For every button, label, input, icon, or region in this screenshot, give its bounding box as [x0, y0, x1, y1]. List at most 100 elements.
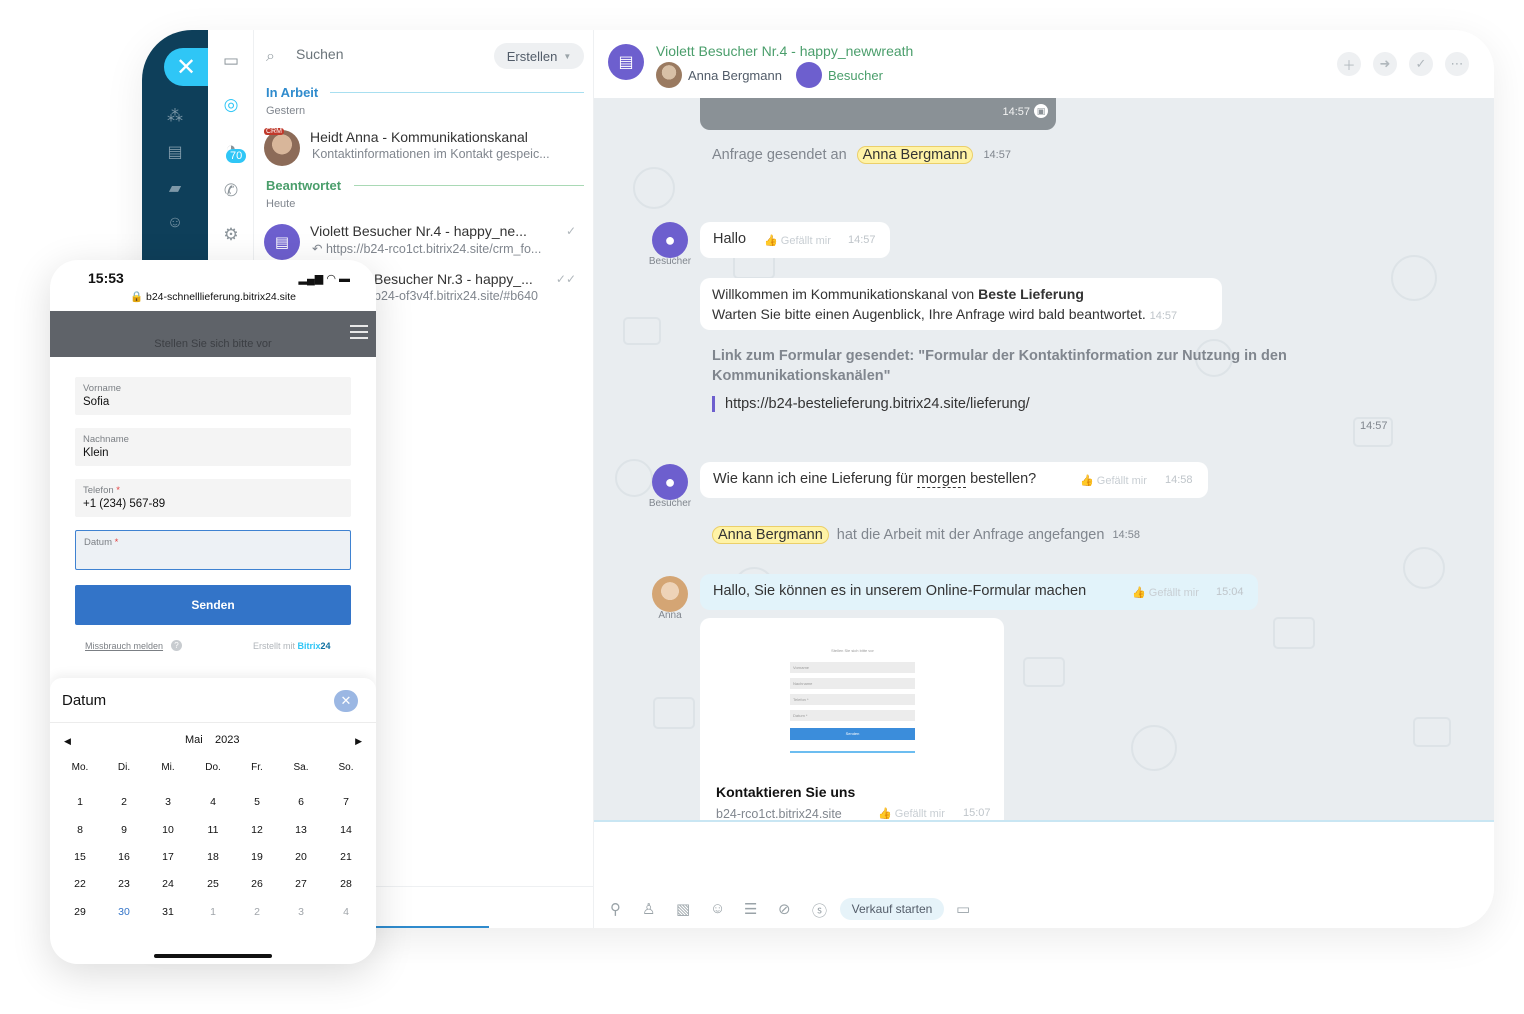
- calendar-day[interactable]: 8: [60, 824, 100, 836]
- more-icon[interactable]: ⋯: [1445, 52, 1469, 76]
- calendar-day[interactable]: 29: [60, 906, 100, 918]
- add-user-icon[interactable]: ＋: [1337, 52, 1361, 76]
- list-item[interactable]: ▤ Violett Besucher Nr.4 - happy_ne... ↶ …: [264, 220, 584, 262]
- user-mention[interactable]: Anna Bergmann: [856, 146, 974, 164]
- calendar-day[interactable]: 1: [60, 796, 100, 808]
- quick-answer-icon[interactable]: ▧: [676, 900, 690, 918]
- first-name-field[interactable]: Vorname Sofia: [75, 377, 351, 415]
- calendar-day[interactable]: 2: [104, 796, 144, 808]
- calendar-day[interactable]: 25: [193, 878, 233, 890]
- status-time: 15:53: [88, 270, 124, 286]
- forward-icon[interactable]: ➜: [1373, 52, 1397, 76]
- submit-button[interactable]: Senden: [75, 585, 351, 625]
- visitor-avatar-icon[interactable]: ●: [652, 464, 688, 500]
- chat-bubbles-icon[interactable]: ▰: [164, 178, 186, 197]
- date-field[interactable]: Datum *: [75, 530, 351, 570]
- crm-tag: CRM: [264, 128, 284, 135]
- calendar-weekday: So.: [338, 762, 354, 773]
- visitor-user[interactable]: Besucher: [796, 62, 883, 88]
- phone-icon[interactable]: ✆: [220, 180, 242, 202]
- calendar-day[interactable]: 30: [104, 906, 144, 918]
- user-mention[interactable]: Anna Bergmann: [712, 526, 829, 544]
- chat-item-preview: Kontaktinformationen im Kontakt gespeic.…: [312, 147, 550, 161]
- close-icon[interactable]: ✕: [334, 690, 358, 712]
- tasks-icon[interactable]: ▤: [164, 142, 186, 161]
- date-picker-title: Datum: [62, 692, 107, 709]
- calendar-day[interactable]: 3: [148, 796, 188, 808]
- calendar-day[interactable]: 19: [237, 851, 277, 863]
- calendar-day[interactable]: 5: [237, 796, 277, 808]
- calendar-day[interactable]: 11: [193, 824, 233, 836]
- settings-icon[interactable]: ⚙: [220, 224, 242, 246]
- link-preview-card[interactable]: Stellen Sie sich bitte vor Vorname Nachn…: [700, 618, 1004, 820]
- calendar-day[interactable]: 4: [326, 906, 366, 918]
- chat-item-title: Violett Besucher Nr.4 - happy_ne...: [310, 223, 527, 239]
- create-button[interactable]: Erstellen ▼: [494, 43, 584, 69]
- calendar-day[interactable]: 14: [326, 824, 366, 836]
- open-lines-icon[interactable]: ◎: [220, 94, 242, 116]
- calendar-day[interactable]: 6: [281, 796, 321, 808]
- last-name-field[interactable]: Nachname Klein: [75, 428, 351, 466]
- like-button[interactable]: 👍 Gefällt mir: [764, 234, 831, 247]
- form-link-url[interactable]: https://b24-bestelieferung.bitrix24.site…: [712, 396, 1030, 412]
- dialog-icon[interactable]: ▭: [956, 900, 970, 918]
- phone-field[interactable]: Telefon * +1 (234) 567-89: [75, 479, 351, 517]
- payment-icon[interactable]: ⓢ: [812, 900, 827, 921]
- url-bar[interactable]: 🔒 b24-schnelllieferung.bitrix24.site: [50, 290, 376, 303]
- emoji-icon[interactable]: ☺: [710, 900, 725, 917]
- calendar-day[interactable]: 15: [60, 851, 100, 863]
- calendar-day[interactable]: 13: [281, 824, 321, 836]
- calendar-day[interactable]: 24: [148, 878, 188, 890]
- user-icon[interactable]: ♙: [642, 900, 655, 918]
- group-title-in-progress: In Arbeit: [266, 85, 319, 100]
- prev-month-icon[interactable]: ◀: [64, 736, 71, 747]
- like-button[interactable]: 👍 Gefällt mir: [878, 807, 945, 820]
- list-item[interactable]: CRM Heidt Anna - Kommunikationskanal Kon…: [264, 126, 584, 168]
- calendar-day[interactable]: 18: [193, 851, 233, 863]
- group-icon[interactable]: ☺: [164, 214, 186, 232]
- search-input[interactable]: Suchen: [296, 46, 343, 62]
- calendar-day[interactable]: 23: [104, 878, 144, 890]
- calendar-day[interactable]: 31: [148, 906, 188, 918]
- operator-user[interactable]: Anna Bergmann: [656, 62, 782, 88]
- close-icon[interactable]: ✕: [164, 48, 208, 86]
- message-text: Hallo, Sie können es in unserem Online-F…: [713, 583, 1087, 599]
- chat-title[interactable]: Violett Besucher Nr.4 - happy_newwreath: [656, 43, 913, 59]
- attach-icon[interactable]: ⚲: [610, 900, 621, 918]
- calendar-day[interactable]: 22: [60, 878, 100, 890]
- like-button[interactable]: 👍 Gefällt mir: [1080, 474, 1147, 487]
- hide-icon[interactable]: ⊘: [778, 900, 791, 918]
- calendar-day[interactable]: 21: [326, 851, 366, 863]
- calendar-day[interactable]: 1: [193, 906, 233, 918]
- calendar-year[interactable]: 2023: [215, 734, 239, 746]
- calendar-day[interactable]: 7: [326, 796, 366, 808]
- finish-check-icon[interactable]: ✓: [1409, 52, 1433, 76]
- calendar-day[interactable]: 20: [281, 851, 321, 863]
- chat-icon[interactable]: ▭: [220, 50, 242, 72]
- menu-icon[interactable]: [350, 325, 368, 339]
- calendar-day[interactable]: 10: [148, 824, 188, 836]
- calendar-month[interactable]: Mai: [185, 734, 203, 746]
- company-name: Beste Lieferung: [978, 286, 1084, 302]
- form-icon[interactable]: ☰: [744, 900, 757, 918]
- message-text: bestellen?: [966, 471, 1037, 487]
- calendar-day[interactable]: 3: [281, 906, 321, 918]
- calendar-day[interactable]: 27: [281, 878, 321, 890]
- report-abuse-link[interactable]: Missbrauch melden: [85, 641, 163, 651]
- calendar-day[interactable]: 16: [104, 851, 144, 863]
- calendar-day[interactable]: 28: [326, 878, 366, 890]
- avatar[interactable]: [652, 576, 688, 612]
- calendar-day[interactable]: 4: [193, 796, 233, 808]
- calendar-day[interactable]: 12: [237, 824, 277, 836]
- next-month-icon[interactable]: ▶: [355, 736, 362, 747]
- calendar-day[interactable]: 2: [237, 906, 277, 918]
- help-icon[interactable]: ?: [171, 640, 182, 651]
- start-sale-button[interactable]: Verkauf starten: [840, 898, 944, 920]
- calendar-day[interactable]: 9: [104, 824, 144, 836]
- calendar-day[interactable]: 26: [237, 878, 277, 890]
- message-composer[interactable]: ⚲ ♙ ▧ ☺ ☰ ⊘ ⓢ Verkauf starten ▭: [594, 820, 1494, 928]
- visitor-avatar-icon[interactable]: ●: [652, 222, 688, 258]
- crm-icon[interactable]: ⁂: [164, 106, 186, 125]
- like-button[interactable]: 👍 Gefällt mir: [1132, 586, 1199, 599]
- calendar-day[interactable]: 17: [148, 851, 188, 863]
